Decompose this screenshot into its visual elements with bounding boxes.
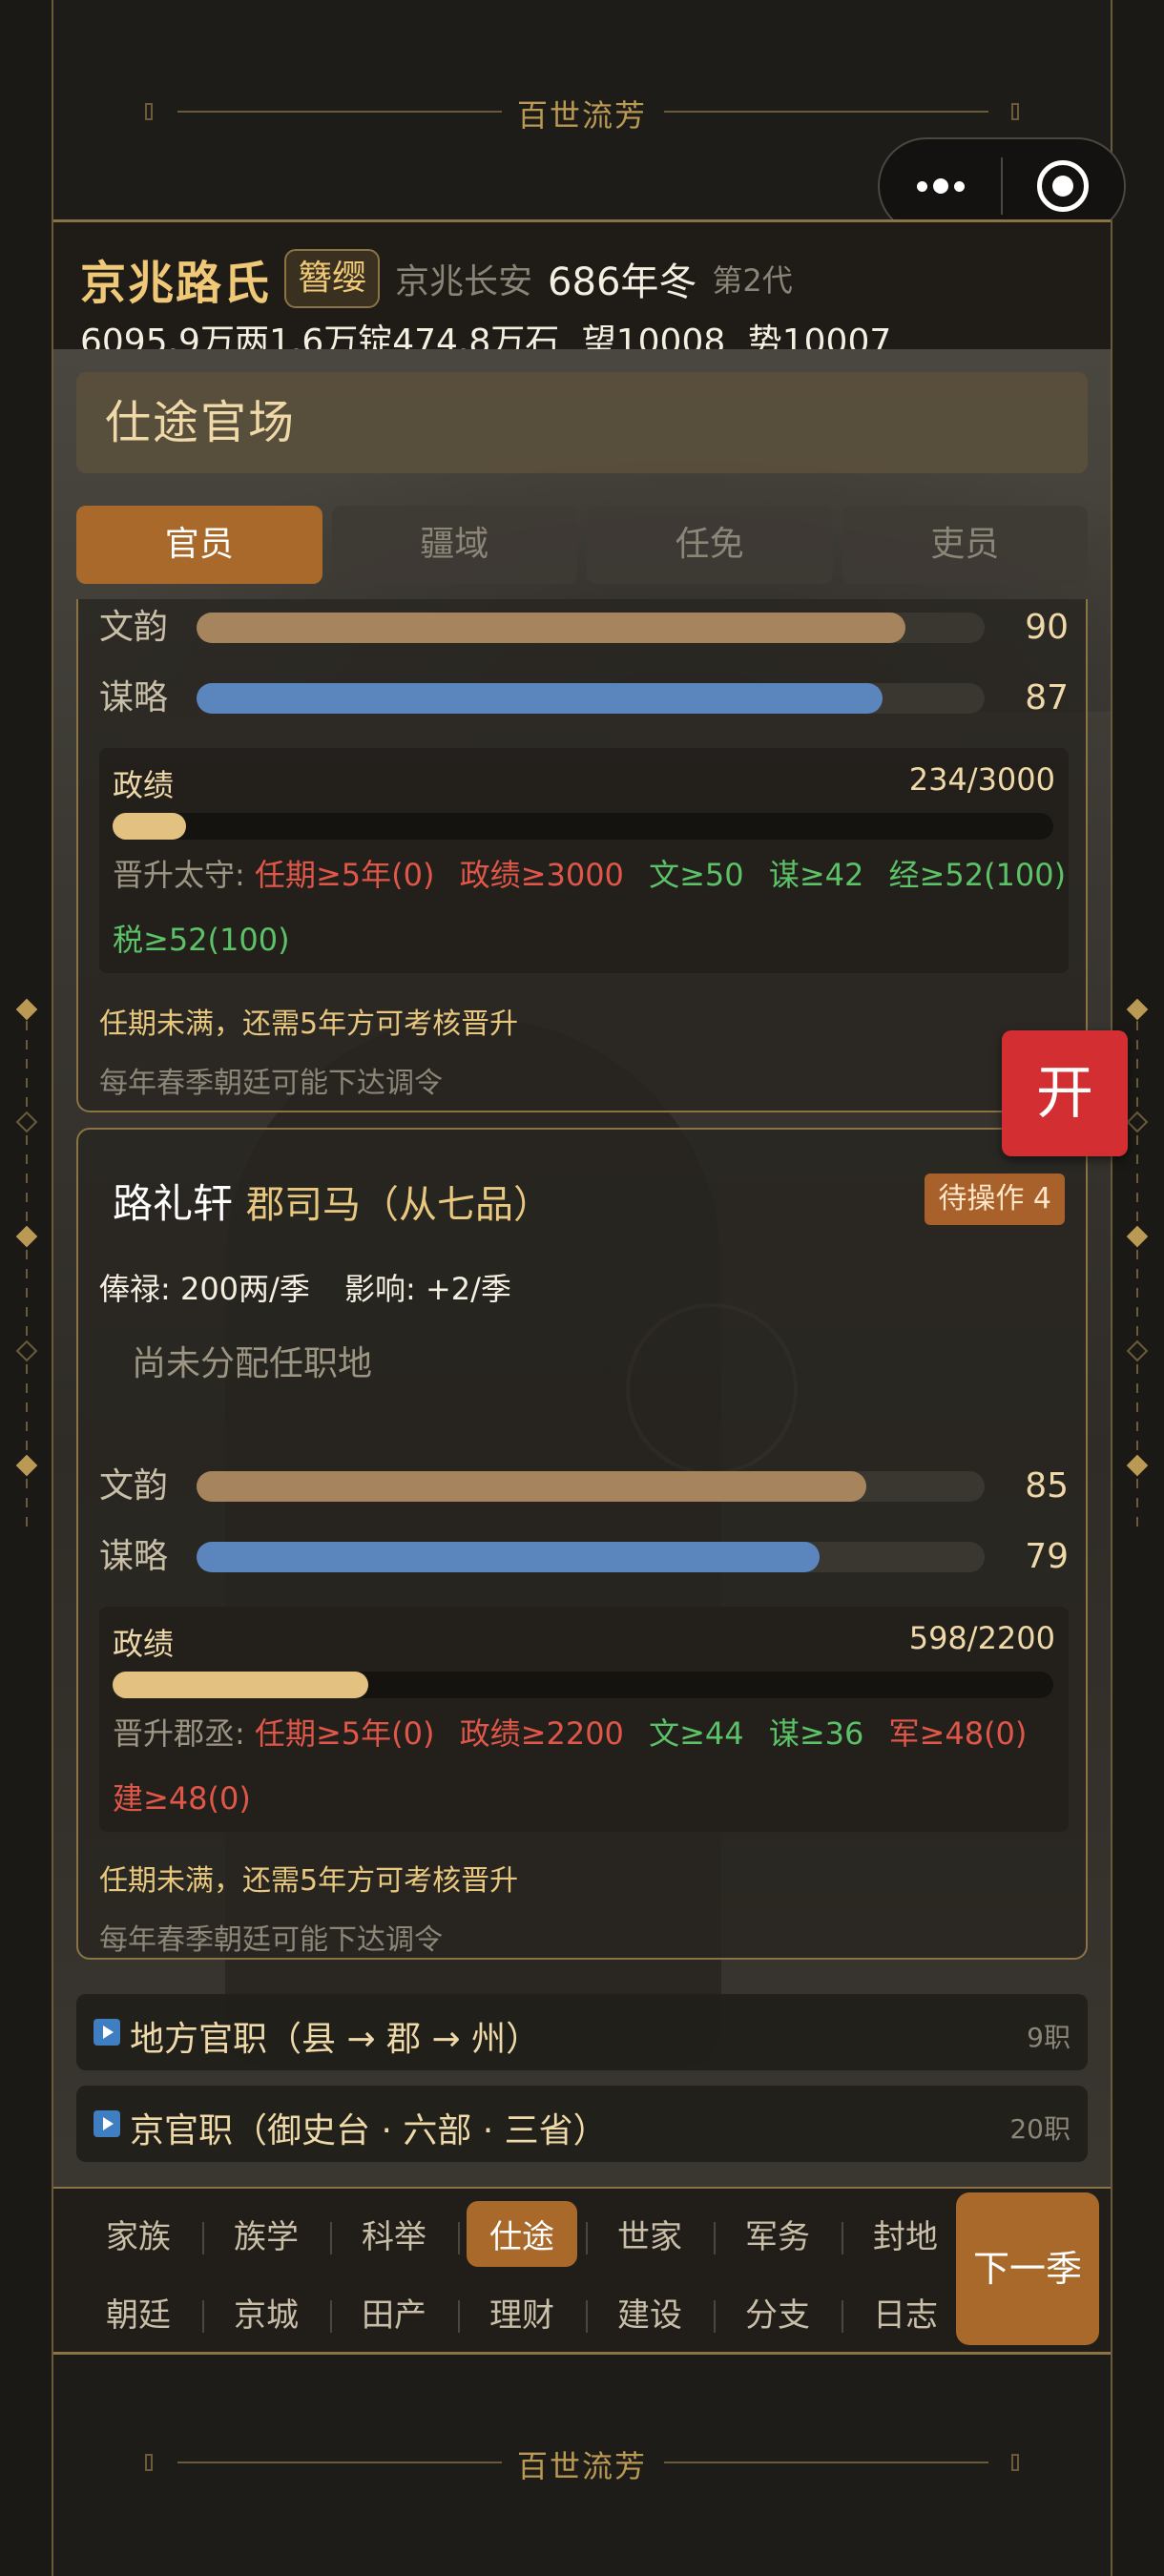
- stat-wenyun: 文韵 90: [99, 608, 1069, 647]
- home-location: 京兆长安: [395, 262, 533, 301]
- nav-exam[interactable]: 科举: [330, 2211, 458, 2257]
- open-button[interactable]: 开: [1002, 1030, 1128, 1156]
- performance-bar: [113, 813, 186, 840]
- tenure-note: 任期未满，还需5年方可考核晋升: [99, 1008, 519, 1041]
- promotion-requirements: 晋升太守: 任期≥5年(0) 政绩≥3000 文≥50 谋≥42 经≥52(10…: [113, 857, 1067, 893]
- target-circle-icon[interactable]: [1003, 160, 1124, 212]
- banner-title: 百世流芳: [516, 2448, 647, 2484]
- nav-military[interactable]: 军务: [714, 2211, 842, 2257]
- wenyun-bar: [197, 613, 906, 643]
- pending-badge[interactable]: 待操作 4: [925, 1174, 1065, 1225]
- nav-capital[interactable]: 京城: [202, 2289, 330, 2336]
- tab-officials[interactable]: 官员: [76, 506, 322, 584]
- play-icon: [94, 2019, 120, 2046]
- nav-finance[interactable]: 理财: [458, 2289, 586, 2336]
- performance-value: 234/3000: [908, 761, 1055, 798]
- tenure-note: 任期未满，还需5年方可考核晋升: [99, 1864, 519, 1898]
- tab-territory[interactable]: 疆域: [331, 506, 577, 584]
- performance-bar: [113, 1672, 369, 1698]
- official-post: 郡司马（从七品）: [246, 1183, 552, 1227]
- performance-box: 政绩 234/3000 晋升太守: 任期≥5年(0) 政绩≥3000 文≥50 …: [99, 748, 1069, 973]
- capital-posts-row[interactable]: 京官职（御史台 · 六部 · 三省） 20职: [76, 2086, 1088, 2162]
- bottom-banner: 百世流芳: [53, 2420, 1111, 2505]
- tab-bar: 官员 疆域 任免 吏员: [76, 506, 1088, 584]
- stat-moulue: 谋略 79: [99, 1537, 1069, 1576]
- family-name: 京兆路氏: [80, 257, 272, 310]
- nav-family[interactable]: 家族: [74, 2211, 202, 2257]
- left-ornament: [15, 998, 38, 1536]
- family-status-bar: 京兆路氏 簪缨 京兆长安 686年冬 第2代 6095.9万两1.6万锭474.…: [53, 219, 1111, 362]
- nav-log[interactable]: 日志: [842, 2289, 969, 2336]
- performance-value: 598/2200: [908, 1620, 1055, 1656]
- nav-construction[interactable]: 建设: [586, 2289, 714, 2336]
- stat-moulue: 谋略 87: [99, 678, 1069, 717]
- nav-noble-houses[interactable]: 世家: [586, 2211, 714, 2257]
- game-year: 686年冬: [548, 260, 697, 304]
- section-title: 仕途官场: [76, 372, 1088, 473]
- moulue-bar: [197, 683, 883, 714]
- official-name: 路礼轩: [113, 1180, 234, 1227]
- officialdom-panel: 仕途官场 官员 疆域 任免 吏员 文韵 90 谋略 87 政绩 234/3000…: [53, 349, 1111, 2187]
- location-status: 尚未分配任职地: [132, 1344, 373, 1383]
- more-dots-icon[interactable]: [880, 178, 1001, 194]
- tab-clerks[interactable]: 吏员: [842, 506, 1088, 584]
- transfer-hint: 每年春季朝廷可能下达调令: [99, 1923, 443, 1957]
- wenyun-bar: [197, 1471, 867, 1502]
- local-posts-row[interactable]: 地方官职（县 → 郡 → 州） 9职: [76, 1994, 1088, 2070]
- nav-career[interactable]: 仕途: [458, 2200, 586, 2267]
- right-ornament: [1126, 998, 1149, 1536]
- stat-wenyun: 文韵 85: [99, 1466, 1069, 1506]
- moulue-bar: [197, 1542, 820, 1572]
- play-icon: [94, 2110, 120, 2137]
- promotion-requirements: 晋升郡丞: 任期≥5年(0) 政绩≥2200 文≥44 谋≥36 军≥48(0): [113, 1715, 1028, 1752]
- next-season-button[interactable]: 下一季: [956, 2192, 1099, 2345]
- nav-clan-school[interactable]: 族学: [202, 2211, 330, 2257]
- transfer-hint: 每年春季朝廷可能下达调令: [99, 1067, 443, 1100]
- official-card-2[interactable]: 路礼轩 郡司马（从七品） 待操作 4 俸禄: 200两/季 影响: +2/季 尚…: [76, 1128, 1088, 1960]
- nav-estate[interactable]: 田产: [330, 2289, 458, 2336]
- generation: 第2代: [712, 262, 793, 299]
- rank-badge: 簪缨: [284, 249, 381, 308]
- tab-appointment[interactable]: 任免: [587, 506, 833, 584]
- nav-fief[interactable]: 封地: [842, 2211, 969, 2257]
- performance-box: 政绩 598/2200 晋升郡丞: 任期≥5年(0) 政绩≥2200 文≥44 …: [99, 1607, 1069, 1832]
- bottom-nav: 家族 族学 科举 仕途 世家 军务 封地 朝廷 京城 田产 理财 建设 分支 日…: [53, 2187, 1111, 2355]
- official-card-1: 文韵 90 谋略 87 政绩 234/3000 晋升太守: 任期≥5年(0) 政…: [76, 599, 1088, 1112]
- nav-court[interactable]: 朝廷: [74, 2289, 202, 2336]
- nav-branch[interactable]: 分支: [714, 2289, 842, 2336]
- banner-title: 百世流芳: [516, 97, 647, 134]
- salary-row: 俸禄: 200两/季 影响: +2/季: [99, 1271, 511, 1307]
